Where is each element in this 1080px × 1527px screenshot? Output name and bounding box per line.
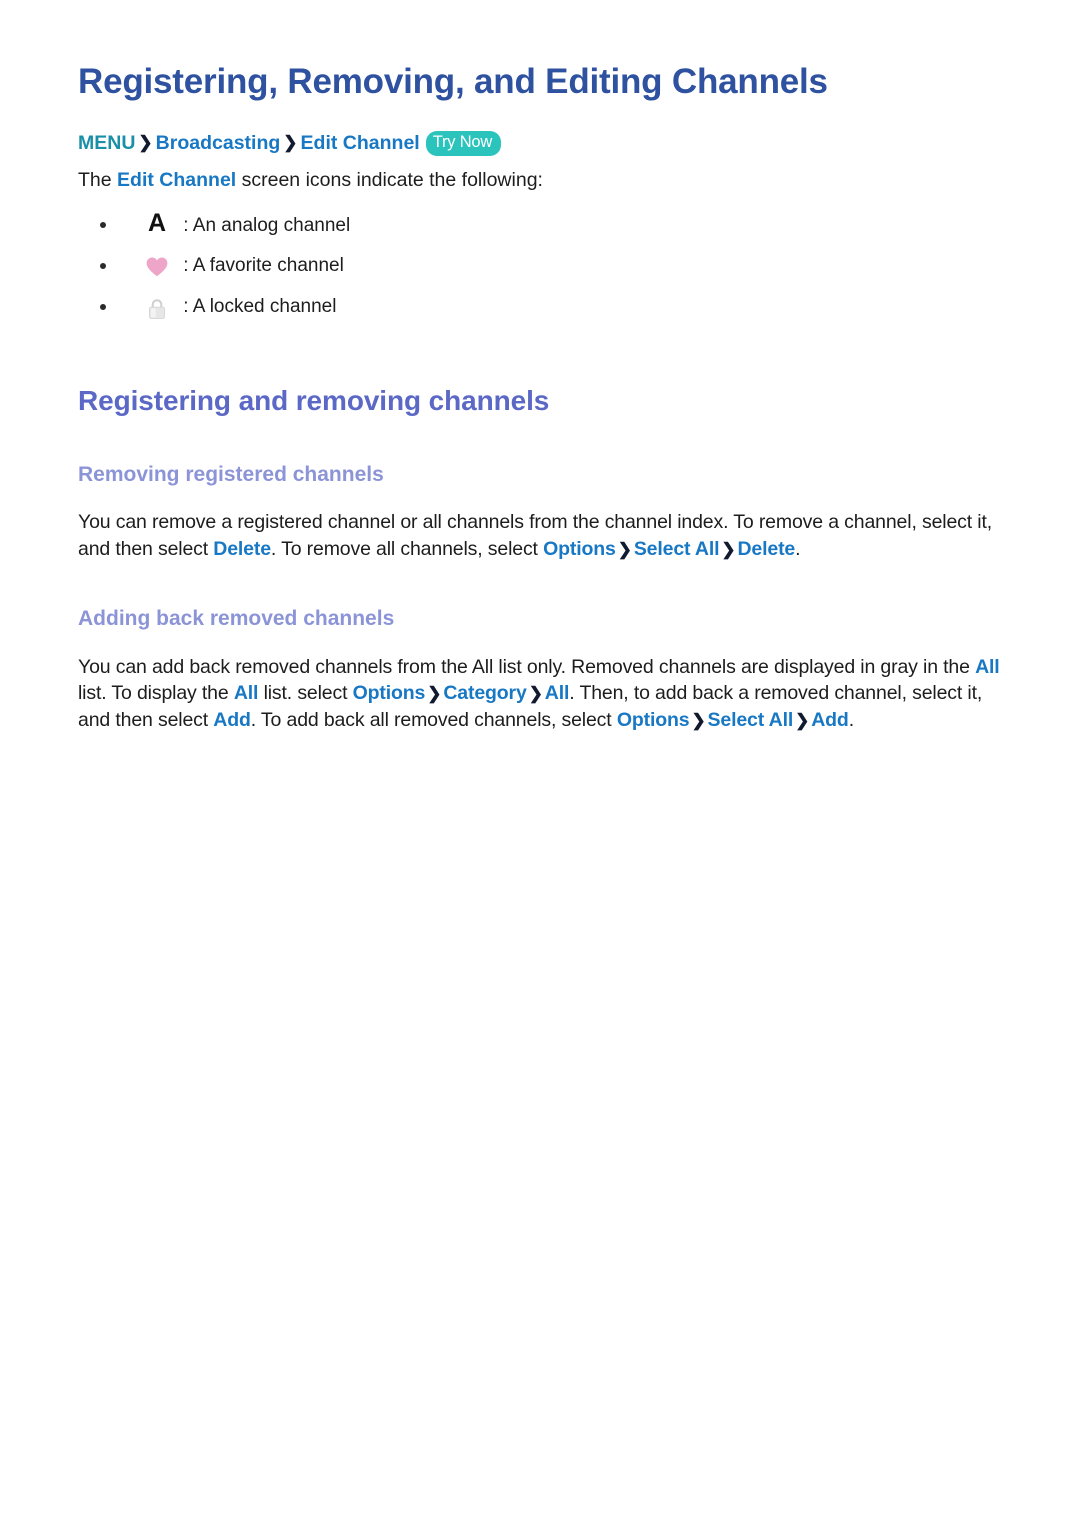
breadcrumb: MENU ❯ Broadcasting ❯ Edit Channel Try Now [78, 131, 1002, 158]
analog-channel-letter-a-icon: A [140, 203, 174, 246]
keyword-options[interactable]: Options [353, 682, 426, 704]
chevron-right-icon: ❯ [528, 684, 543, 704]
favorite-channel-heart-icon [140, 245, 174, 286]
keyword-options[interactable]: Options [617, 709, 690, 731]
intro-text-before: The [78, 168, 118, 191]
keyword-delete[interactable]: Delete [213, 538, 271, 560]
paragraph-text: . To remove all channels, select [270, 537, 544, 560]
chevron-right-icon: ❯ [427, 684, 442, 704]
locked-channel-padlock-icon [140, 286, 174, 327]
bullet-dot-icon [100, 304, 106, 311]
list-item: : A locked channel [78, 286, 1002, 327]
icon-legend-label: : An analog channel [183, 214, 351, 236]
chevron-right-icon: ❯ [721, 539, 736, 559]
paragraph-text: . To add back all removed channels, sele… [250, 708, 617, 731]
paragraph-text: You can add back removed channels from t… [78, 655, 976, 678]
document-page: Registering, Removing, and Editing Chann… [0, 0, 1080, 1527]
intro-keyword-edit-channel[interactable]: Edit Channel [117, 169, 236, 191]
paragraph-text: list. select [258, 682, 353, 705]
bullet-dot-icon [100, 263, 106, 270]
paragraph-text: list. To display the [78, 682, 234, 705]
intro-text-after: screen icons indicate the following: [236, 168, 543, 191]
keyword-category[interactable]: Category [443, 682, 526, 704]
paragraph-adding-back-removed-channels: You can add back removed channels from t… [78, 654, 1002, 734]
heart-icon-svg [146, 257, 168, 276]
bullet-dot-icon [100, 222, 106, 229]
keyword-all[interactable]: All [545, 682, 570, 704]
keyword-add[interactable]: Add [811, 709, 849, 731]
breadcrumb-root-menu[interactable]: MENU [78, 132, 135, 154]
padlock-icon-svg [148, 298, 165, 319]
chevron-right-icon: ❯ [617, 539, 632, 559]
intro-sentence: The Edit Channel screen icons indicate t… [78, 167, 1002, 193]
keyword-select-all[interactable]: Select All [708, 709, 794, 731]
keyword-options[interactable]: Options [543, 538, 616, 560]
analog-channel-letter-a-glyph: A [147, 209, 167, 238]
page-title: Registering, Removing, and Editing Chann… [78, 62, 828, 101]
section-heading-registering-and-removing: Registering and removing channels [78, 385, 550, 417]
paragraph-text: . [848, 708, 854, 731]
keyword-all[interactable]: All [234, 682, 259, 704]
chevron-right-icon: ❯ [795, 710, 810, 730]
subsection-heading-removing-registered: Removing registered channels [78, 462, 384, 486]
try-now-badge[interactable]: Try Now [425, 131, 502, 156]
icon-legend-list: A : An analog channel : A favorite chann… [78, 204, 1002, 327]
paragraph-text: . [795, 537, 801, 560]
chevron-right-icon: ❯ [138, 133, 153, 153]
icon-legend-label: : A favorite channel [183, 255, 344, 277]
keyword-add[interactable]: Add [213, 709, 251, 731]
breadcrumb-item-broadcasting[interactable]: Broadcasting [156, 132, 281, 154]
keyword-delete[interactable]: Delete [738, 538, 796, 560]
subsection-heading-adding-back-removed: Adding back removed channels [78, 607, 395, 631]
paragraph-removing-registered-channels: You can remove a registered channel or a… [78, 509, 1002, 562]
chevron-right-icon: ❯ [691, 710, 706, 730]
icon-legend-label: : A locked channel [183, 296, 337, 318]
list-item: : A favorite channel [78, 245, 1002, 286]
chevron-right-icon: ❯ [283, 133, 298, 153]
keyword-all[interactable]: All [975, 656, 1000, 678]
keyword-select-all[interactable]: Select All [634, 538, 720, 560]
breadcrumb-item-edit-channel[interactable]: Edit Channel [301, 132, 420, 154]
list-item: A : An analog channel [78, 204, 1002, 245]
